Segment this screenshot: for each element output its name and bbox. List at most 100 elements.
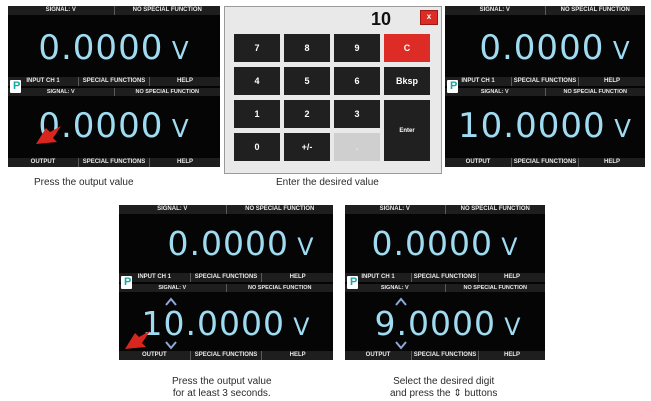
key-2[interactable]: 2 — [284, 100, 330, 128]
selected-digit[interactable]: 9 — [374, 304, 396, 343]
key-8[interactable]: 8 — [284, 34, 330, 62]
menu-bar-output: OUTPUT SPECIAL FUNCTIONS HELP — [345, 351, 545, 360]
signal-label: SIGNAL: V — [480, 89, 509, 95]
digit-up-icon[interactable] — [165, 297, 177, 306]
key-4[interactable]: 4 — [234, 67, 280, 95]
status-bar-top: SIGNAL: V NO SPECIAL FUNCTION — [445, 6, 645, 15]
signal-label: SIGNAL: V — [46, 89, 75, 95]
close-button[interactable]: x — [420, 10, 438, 25]
caption-step3: Press the output value for at least 3 se… — [172, 376, 272, 400]
input-value: 0.0000 — [371, 224, 493, 263]
unit-label: V — [171, 36, 190, 65]
key-5[interactable]: 5 — [284, 67, 330, 95]
keypad-entry: 10 — [371, 9, 392, 29]
output-button[interactable]: OUTPUT — [445, 158, 511, 167]
key-0[interactable]: 0 — [234, 133, 280, 161]
function-label: NO SPECIAL FUNCTION — [113, 6, 221, 15]
output-button[interactable]: OUTPUT — [345, 351, 411, 360]
special-functions-button[interactable]: SPECIAL FUNCTIONS — [511, 158, 578, 167]
key-enter[interactable]: Enter — [384, 100, 430, 161]
brand-logo: P — [10, 80, 21, 93]
input-value: 0.0000 — [38, 28, 164, 68]
key-plus-minus[interactable]: +/- — [284, 133, 330, 161]
unit-label: V — [171, 114, 190, 143]
key-decimal[interactable]: . — [334, 133, 380, 161]
unit-label: V — [614, 114, 632, 143]
help-button[interactable]: HELP — [261, 273, 333, 282]
signal-label: SIGNAL: V — [380, 285, 409, 291]
key-9[interactable]: 9 — [334, 34, 380, 62]
digit-down-icon[interactable] — [165, 341, 177, 350]
numeric-keypad: 10 x 7 8 9 C 4 5 6 Bksp 1 2 3 Enter 0 +/… — [224, 6, 442, 174]
signal-label: SIGNAL: V — [379, 206, 410, 212]
special-functions-button[interactable]: SPECIAL FUNCTIONS — [189, 351, 262, 360]
screen-digit-select: SIGNAL: V NO SPECIAL FUNCTION 0.0000 V IN… — [345, 205, 545, 360]
unit-label: V — [612, 36, 631, 65]
key-7[interactable]: 7 — [234, 34, 280, 62]
special-functions-button[interactable]: SPECIAL FUNCTIONS — [511, 77, 578, 86]
brand-logo: P — [447, 80, 458, 93]
pointer-arrow-icon — [36, 126, 61, 144]
unit-label: V — [504, 313, 522, 341]
status-bar-output: SIGNAL: V NO SPECIAL FUNCTION — [119, 284, 333, 292]
key-6[interactable]: 6 — [334, 67, 380, 95]
help-button[interactable]: HELP — [261, 351, 333, 360]
help-button[interactable]: HELP — [578, 158, 645, 167]
signal-label: SIGNAL: V — [479, 7, 510, 13]
output-value-display[interactable]: 10.0000 V — [445, 106, 645, 149]
function-label: NO SPECIAL FUNCTION — [544, 6, 646, 15]
input-value-display: 0.0000 V — [119, 225, 333, 266]
screen-output-set: SIGNAL: V NO SPECIAL FUNCTION 0.0000 V IN… — [445, 6, 645, 167]
help-button[interactable]: HELP — [578, 77, 645, 86]
menu-bar-input: INPUT CH 1 SPECIAL FUNCTIONS HELP — [8, 77, 220, 86]
function-label: NO SPECIAL FUNCTION — [113, 88, 221, 96]
caption-step1: Press the output value — [34, 177, 134, 188]
caption-step4-line1: Select the desired digit — [393, 376, 495, 387]
key-clear[interactable]: C — [384, 34, 430, 62]
special-functions-button[interactable]: SPECIAL FUNCTIONS — [189, 273, 262, 282]
status-bar-output: SIGNAL: V NO SPECIAL FUNCTION — [445, 88, 645, 96]
menu-bar-output: OUTPUT SPECIAL FUNCTIONS HELP — [445, 158, 645, 167]
screen-digit-edit-hold: SIGNAL: V NO SPECIAL FUNCTION 0.0000 V IN… — [119, 205, 333, 360]
output-value-rest[interactable]: 0.0000 — [163, 304, 284, 343]
output-value-display[interactable]: 9.0000 V — [345, 305, 545, 346]
pointer-arrow-icon — [125, 331, 150, 349]
special-functions-button[interactable]: SPECIAL FUNCTIONS — [78, 77, 149, 86]
screen-output-tap: SIGNAL: V NO SPECIAL FUNCTION 0.0000 V IN… — [8, 6, 220, 167]
caption-step3-line2: for at least 3 seconds. — [172, 388, 271, 399]
unit-label: V — [501, 233, 519, 261]
caption-step4: Select the desired digit and press the ⇕… — [390, 376, 497, 400]
digit-up-icon[interactable] — [395, 297, 407, 306]
input-value: 0.0000 — [479, 28, 605, 68]
menu-bar-output: OUTPUT SPECIAL FUNCTIONS HELP — [8, 158, 220, 167]
special-functions-button[interactable]: SPECIAL FUNCTIONS — [78, 158, 149, 167]
digit-down-icon[interactable] — [395, 341, 407, 350]
brand-logo: P — [347, 276, 358, 289]
help-button[interactable]: HELP — [149, 77, 220, 86]
output-button[interactable]: OUTPUT — [8, 158, 78, 167]
special-functions-button[interactable]: SPECIAL FUNCTIONS — [411, 273, 478, 282]
help-button[interactable]: HELP — [149, 158, 220, 167]
output-value[interactable]: 10.0000 — [458, 106, 606, 146]
close-icon: x — [426, 12, 432, 21]
key-3[interactable]: 3 — [334, 100, 380, 128]
input-value: 0.0000 — [167, 224, 289, 263]
key-1[interactable]: 1 — [234, 100, 280, 128]
menu-bar-input: INPUT CH 1 SPECIAL FUNCTIONS HELP — [119, 273, 333, 282]
status-bar-output: SIGNAL: V NO SPECIAL FUNCTION — [8, 88, 220, 96]
special-functions-button[interactable]: SPECIAL FUNCTIONS — [411, 351, 478, 360]
signal-label: SIGNAL: V — [45, 7, 76, 13]
status-bar-top: SIGNAL: V NO SPECIAL FUNCTION — [345, 205, 545, 214]
input-value-display: 0.0000 V — [8, 28, 220, 71]
caption-step4-line2: and press the ⇕ buttons — [390, 388, 498, 399]
key-backspace[interactable]: Bksp — [384, 67, 430, 95]
help-button[interactable]: HELP — [478, 351, 545, 360]
function-label: NO SPECIAL FUNCTION — [444, 205, 546, 214]
help-button[interactable]: HELP — [478, 273, 545, 282]
output-value-rest[interactable]: .0000 — [396, 304, 495, 343]
signal-label: SIGNAL: V — [158, 285, 187, 291]
caption-step2: Enter the desired value — [276, 177, 379, 188]
input-value-display: 0.0000 V — [345, 225, 545, 266]
menu-bar-input: INPUT CH 1 SPECIAL FUNCTIONS HELP — [445, 77, 645, 86]
signal-label: SIGNAL: V — [157, 206, 188, 212]
